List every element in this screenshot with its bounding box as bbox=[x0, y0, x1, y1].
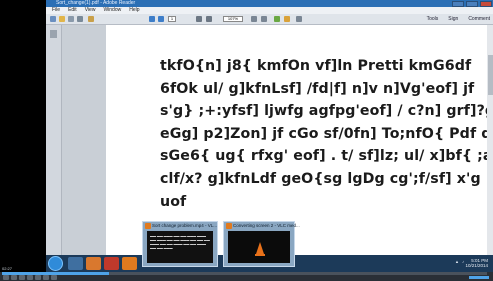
preview-text: ▬▬ ▬▬ ▬▬▬ ▬▬ ▬▬ ▬▬▬ ▬▬▬ ▬▬ ▬▬▬ ▬▬ ▬▬ ▬▬▬… bbox=[150, 234, 210, 250]
navigation-pane bbox=[46, 25, 62, 255]
next-page-icon[interactable] bbox=[158, 16, 164, 22]
open-icon[interactable] bbox=[59, 16, 65, 22]
close-button[interactable] bbox=[480, 0, 492, 7]
prev-page-icon[interactable] bbox=[149, 16, 155, 22]
expand-icon[interactable] bbox=[296, 16, 302, 22]
loop-button[interactable] bbox=[51, 275, 57, 280]
minimize-button[interactable] bbox=[452, 0, 464, 7]
sign-link[interactable]: Sign bbox=[448, 16, 458, 22]
document-line: s'g} ;+:yfsf] ljwfg agfpg'eof] / c?n] gr… bbox=[160, 103, 493, 120]
preview-title: Sort change problem.mp4 - VL... bbox=[152, 223, 218, 228]
playback-time: 02:27 bbox=[2, 266, 13, 271]
fit-width-icon[interactable] bbox=[261, 16, 267, 22]
zoom-in-icon[interactable] bbox=[206, 16, 212, 22]
seek-bar[interactable] bbox=[2, 272, 487, 275]
save-icon[interactable] bbox=[68, 16, 74, 22]
volume-icon[interactable]: ♪ bbox=[462, 259, 464, 264]
next-button[interactable] bbox=[27, 275, 33, 280]
tools-link[interactable]: Tools bbox=[427, 16, 439, 22]
menu-bar: File Edit View Window Help bbox=[46, 7, 493, 14]
preview-thumbnail: ▬▬ ▬▬ ▬▬▬ ▬▬ ▬▬ ▬▬▬ ▬▬▬ ▬▬ ▬▬▬ ▬▬ ▬▬ ▬▬▬… bbox=[147, 231, 213, 263]
pause-button[interactable] bbox=[3, 275, 9, 280]
scrollbar-thumb[interactable] bbox=[488, 55, 493, 95]
preview-title: Converting screen 2 - VLC med... bbox=[233, 223, 300, 228]
playback-buttons bbox=[3, 275, 57, 280]
create-icon[interactable] bbox=[50, 16, 56, 22]
window-title: Sort_change(1).pdf - Adobe Reader bbox=[56, 0, 136, 6]
start-button[interactable] bbox=[48, 256, 63, 271]
volume-slider[interactable] bbox=[469, 276, 489, 279]
reader-taskbar-icon[interactable] bbox=[104, 257, 119, 270]
menu-window[interactable]: Window bbox=[103, 7, 121, 14]
document-line: sGe6{ ug{ rfxg' eof] . t/ sf]lz; ul/ x]b… bbox=[160, 148, 493, 165]
document-line: eGg] p2]Zon] jf cGo sf/0fn] To;nfO{ Pdf … bbox=[160, 125, 493, 142]
pages-panel-icon[interactable] bbox=[50, 30, 57, 38]
stop-button[interactable] bbox=[19, 275, 25, 280]
maximize-button[interactable] bbox=[466, 0, 478, 7]
document-line: clf/x? g]kfnLdf geO{sg lgDg cg';f/sf] x'… bbox=[160, 170, 481, 187]
vlc-icon bbox=[226, 223, 232, 229]
menu-help[interactable]: Help bbox=[129, 7, 139, 14]
explorer-taskbar-icon[interactable] bbox=[68, 257, 83, 270]
fit-page-icon[interactable] bbox=[251, 16, 257, 22]
task-links: Tools Sign Comment bbox=[427, 16, 490, 22]
clock-date: 10/21/2014 bbox=[465, 263, 488, 268]
previous-button[interactable] bbox=[11, 275, 17, 280]
document-text: tkfO{n] j8{ kmfOn vf]ln Pretti kmG6df 6f… bbox=[160, 55, 493, 213]
vertical-scrollbar[interactable] bbox=[487, 25, 493, 255]
window-controls bbox=[452, 0, 492, 7]
playlist-button[interactable] bbox=[43, 275, 49, 280]
zoom-out-icon[interactable] bbox=[196, 16, 202, 22]
media-taskbar-icon[interactable] bbox=[86, 257, 101, 270]
clock[interactable]: 5:01 PM 10/21/2014 bbox=[465, 258, 488, 268]
page-number-input[interactable]: 1 bbox=[168, 16, 176, 22]
network-icon[interactable]: ▲ bbox=[455, 259, 459, 264]
document-line: 6fOk ul/ g]kfnLsf] /fd|f] n]v n]Vg'eof] … bbox=[160, 80, 475, 97]
zoom-input[interactable]: 107% bbox=[223, 16, 243, 22]
document-line: tkfO{n] j8{ kmfOn vf]ln Pretti kmG6df bbox=[160, 58, 472, 74]
taskbar-preview-video[interactable]: Sort change problem.mp4 - VL... ▬▬ ▬▬ ▬▬… bbox=[142, 221, 218, 267]
taskbar-preview-converting[interactable]: Converting screen 2 - VLC med... bbox=[223, 221, 300, 267]
media-player-controls bbox=[0, 272, 493, 281]
preview-thumbnail bbox=[228, 231, 290, 263]
pdf-reader-window: Sort_change(1).pdf - Adobe Reader File E… bbox=[46, 0, 493, 255]
vlc-taskbar-icon[interactable] bbox=[122, 257, 137, 270]
menu-view[interactable]: View bbox=[85, 7, 96, 14]
highlight-icon[interactable] bbox=[284, 16, 290, 22]
document-line: uof bbox=[160, 193, 187, 210]
vlc-icon bbox=[145, 223, 151, 229]
system-tray: ▲ ♪ bbox=[455, 259, 464, 264]
screen: Sort_change(1).pdf - Adobe Reader File E… bbox=[0, 0, 493, 281]
print-icon[interactable] bbox=[77, 16, 83, 22]
comment-link[interactable]: Comment bbox=[468, 16, 490, 22]
menu-file[interactable]: File bbox=[52, 7, 60, 14]
toolbar: 1 107% Tools Sign Comment bbox=[46, 14, 493, 25]
comment-icon[interactable] bbox=[274, 16, 280, 22]
email-icon[interactable] bbox=[88, 16, 94, 22]
title-bar: Sort_change(1).pdf - Adobe Reader bbox=[46, 0, 493, 7]
vlc-cone-icon bbox=[255, 242, 265, 256]
fullscreen-button[interactable] bbox=[35, 275, 41, 280]
menu-edit[interactable]: Edit bbox=[68, 7, 77, 14]
